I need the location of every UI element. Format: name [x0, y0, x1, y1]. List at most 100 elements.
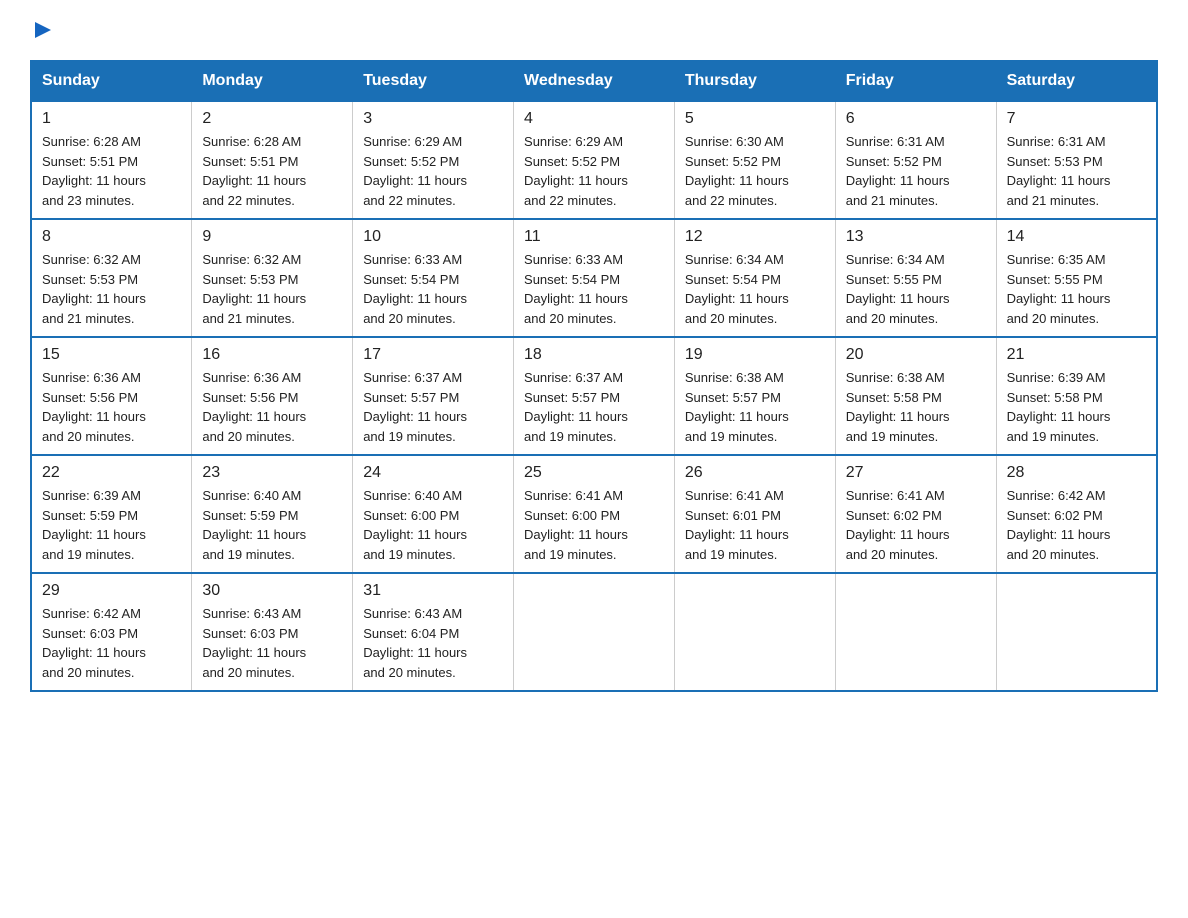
day-number: 18	[524, 346, 664, 364]
calendar-cell: 6 Sunrise: 6:31 AM Sunset: 5:52 PM Dayli…	[835, 101, 996, 219]
calendar-header-row: SundayMondayTuesdayWednesdayThursdayFrid…	[31, 61, 1157, 101]
day-number: 17	[363, 346, 503, 364]
calendar-week-5: 29 Sunrise: 6:42 AM Sunset: 6:03 PM Dayl…	[31, 573, 1157, 691]
calendar-cell: 31 Sunrise: 6:43 AM Sunset: 6:04 PM Dayl…	[353, 573, 514, 691]
logo	[30, 20, 53, 42]
day-info: Sunrise: 6:39 AM Sunset: 5:58 PM Dayligh…	[1007, 368, 1146, 446]
calendar-cell: 7 Sunrise: 6:31 AM Sunset: 5:53 PM Dayli…	[996, 101, 1157, 219]
day-number: 28	[1007, 464, 1146, 482]
day-number: 29	[42, 582, 181, 600]
calendar-cell: 22 Sunrise: 6:39 AM Sunset: 5:59 PM Dayl…	[31, 455, 192, 573]
day-info: Sunrise: 6:35 AM Sunset: 5:55 PM Dayligh…	[1007, 250, 1146, 328]
day-number: 4	[524, 110, 664, 128]
calendar-cell: 18 Sunrise: 6:37 AM Sunset: 5:57 PM Dayl…	[514, 337, 675, 455]
day-info: Sunrise: 6:37 AM Sunset: 5:57 PM Dayligh…	[363, 368, 503, 446]
calendar-cell	[835, 573, 996, 691]
day-info: Sunrise: 6:29 AM Sunset: 5:52 PM Dayligh…	[363, 132, 503, 210]
day-info: Sunrise: 6:30 AM Sunset: 5:52 PM Dayligh…	[685, 132, 825, 210]
day-number: 3	[363, 110, 503, 128]
day-number: 13	[846, 228, 986, 246]
day-number: 25	[524, 464, 664, 482]
calendar-cell	[674, 573, 835, 691]
calendar-cell: 1 Sunrise: 6:28 AM Sunset: 5:51 PM Dayli…	[31, 101, 192, 219]
day-number: 2	[202, 110, 342, 128]
calendar-cell: 26 Sunrise: 6:41 AM Sunset: 6:01 PM Dayl…	[674, 455, 835, 573]
calendar-cell: 10 Sunrise: 6:33 AM Sunset: 5:54 PM Dayl…	[353, 219, 514, 337]
day-number: 30	[202, 582, 342, 600]
day-info: Sunrise: 6:31 AM Sunset: 5:52 PM Dayligh…	[846, 132, 986, 210]
day-info: Sunrise: 6:36 AM Sunset: 5:56 PM Dayligh…	[202, 368, 342, 446]
calendar-cell: 28 Sunrise: 6:42 AM Sunset: 6:02 PM Dayl…	[996, 455, 1157, 573]
day-number: 15	[42, 346, 181, 364]
day-number: 5	[685, 110, 825, 128]
calendar-week-4: 22 Sunrise: 6:39 AM Sunset: 5:59 PM Dayl…	[31, 455, 1157, 573]
day-info: Sunrise: 6:38 AM Sunset: 5:57 PM Dayligh…	[685, 368, 825, 446]
day-info: Sunrise: 6:40 AM Sunset: 6:00 PM Dayligh…	[363, 486, 503, 564]
day-info: Sunrise: 6:33 AM Sunset: 5:54 PM Dayligh…	[363, 250, 503, 328]
calendar-cell: 27 Sunrise: 6:41 AM Sunset: 6:02 PM Dayl…	[835, 455, 996, 573]
day-of-week-thursday: Thursday	[674, 61, 835, 101]
day-number: 11	[524, 228, 664, 246]
day-info: Sunrise: 6:29 AM Sunset: 5:52 PM Dayligh…	[524, 132, 664, 210]
calendar-cell: 20 Sunrise: 6:38 AM Sunset: 5:58 PM Dayl…	[835, 337, 996, 455]
day-number: 24	[363, 464, 503, 482]
day-number: 23	[202, 464, 342, 482]
day-info: Sunrise: 6:39 AM Sunset: 5:59 PM Dayligh…	[42, 486, 181, 564]
calendar-cell: 14 Sunrise: 6:35 AM Sunset: 5:55 PM Dayl…	[996, 219, 1157, 337]
day-info: Sunrise: 6:37 AM Sunset: 5:57 PM Dayligh…	[524, 368, 664, 446]
calendar-cell: 17 Sunrise: 6:37 AM Sunset: 5:57 PM Dayl…	[353, 337, 514, 455]
day-of-week-saturday: Saturday	[996, 61, 1157, 101]
day-info: Sunrise: 6:42 AM Sunset: 6:03 PM Dayligh…	[42, 604, 181, 682]
calendar-cell: 23 Sunrise: 6:40 AM Sunset: 5:59 PM Dayl…	[192, 455, 353, 573]
day-number: 16	[202, 346, 342, 364]
day-info: Sunrise: 6:32 AM Sunset: 5:53 PM Dayligh…	[42, 250, 181, 328]
calendar-cell: 9 Sunrise: 6:32 AM Sunset: 5:53 PM Dayli…	[192, 219, 353, 337]
day-info: Sunrise: 6:28 AM Sunset: 5:51 PM Dayligh…	[42, 132, 181, 210]
day-number: 22	[42, 464, 181, 482]
calendar-cell: 25 Sunrise: 6:41 AM Sunset: 6:00 PM Dayl…	[514, 455, 675, 573]
day-of-week-tuesday: Tuesday	[353, 61, 514, 101]
day-number: 10	[363, 228, 503, 246]
day-of-week-monday: Monday	[192, 61, 353, 101]
day-info: Sunrise: 6:38 AM Sunset: 5:58 PM Dayligh…	[846, 368, 986, 446]
calendar-cell: 15 Sunrise: 6:36 AM Sunset: 5:56 PM Dayl…	[31, 337, 192, 455]
day-info: Sunrise: 6:41 AM Sunset: 6:01 PM Dayligh…	[685, 486, 825, 564]
calendar-cell: 8 Sunrise: 6:32 AM Sunset: 5:53 PM Dayli…	[31, 219, 192, 337]
day-of-week-sunday: Sunday	[31, 61, 192, 101]
day-number: 12	[685, 228, 825, 246]
day-info: Sunrise: 6:28 AM Sunset: 5:51 PM Dayligh…	[202, 132, 342, 210]
day-number: 31	[363, 582, 503, 600]
calendar-cell: 29 Sunrise: 6:42 AM Sunset: 6:03 PM Dayl…	[31, 573, 192, 691]
day-info: Sunrise: 6:40 AM Sunset: 5:59 PM Dayligh…	[202, 486, 342, 564]
day-info: Sunrise: 6:43 AM Sunset: 6:03 PM Dayligh…	[202, 604, 342, 682]
day-number: 20	[846, 346, 986, 364]
calendar-cell	[514, 573, 675, 691]
day-number: 6	[846, 110, 986, 128]
calendar-cell: 3 Sunrise: 6:29 AM Sunset: 5:52 PM Dayli…	[353, 101, 514, 219]
day-of-week-friday: Friday	[835, 61, 996, 101]
calendar-week-1: 1 Sunrise: 6:28 AM Sunset: 5:51 PM Dayli…	[31, 101, 1157, 219]
calendar-week-2: 8 Sunrise: 6:32 AM Sunset: 5:53 PM Dayli…	[31, 219, 1157, 337]
logo-flag-icon	[31, 20, 53, 42]
calendar-cell: 4 Sunrise: 6:29 AM Sunset: 5:52 PM Dayli…	[514, 101, 675, 219]
day-info: Sunrise: 6:42 AM Sunset: 6:02 PM Dayligh…	[1007, 486, 1146, 564]
day-number: 21	[1007, 346, 1146, 364]
calendar-cell: 30 Sunrise: 6:43 AM Sunset: 6:03 PM Dayl…	[192, 573, 353, 691]
day-number: 26	[685, 464, 825, 482]
day-info: Sunrise: 6:43 AM Sunset: 6:04 PM Dayligh…	[363, 604, 503, 682]
calendar-cell: 19 Sunrise: 6:38 AM Sunset: 5:57 PM Dayl…	[674, 337, 835, 455]
day-info: Sunrise: 6:41 AM Sunset: 6:00 PM Dayligh…	[524, 486, 664, 564]
day-number: 27	[846, 464, 986, 482]
day-number: 9	[202, 228, 342, 246]
day-number: 7	[1007, 110, 1146, 128]
day-info: Sunrise: 6:31 AM Sunset: 5:53 PM Dayligh…	[1007, 132, 1146, 210]
calendar-cell: 16 Sunrise: 6:36 AM Sunset: 5:56 PM Dayl…	[192, 337, 353, 455]
day-info: Sunrise: 6:36 AM Sunset: 5:56 PM Dayligh…	[42, 368, 181, 446]
day-info: Sunrise: 6:34 AM Sunset: 5:55 PM Dayligh…	[846, 250, 986, 328]
calendar-week-3: 15 Sunrise: 6:36 AM Sunset: 5:56 PM Dayl…	[31, 337, 1157, 455]
calendar-cell	[996, 573, 1157, 691]
calendar-cell: 21 Sunrise: 6:39 AM Sunset: 5:58 PM Dayl…	[996, 337, 1157, 455]
calendar-cell: 24 Sunrise: 6:40 AM Sunset: 6:00 PM Dayl…	[353, 455, 514, 573]
day-number: 14	[1007, 228, 1146, 246]
calendar-cell: 11 Sunrise: 6:33 AM Sunset: 5:54 PM Dayl…	[514, 219, 675, 337]
